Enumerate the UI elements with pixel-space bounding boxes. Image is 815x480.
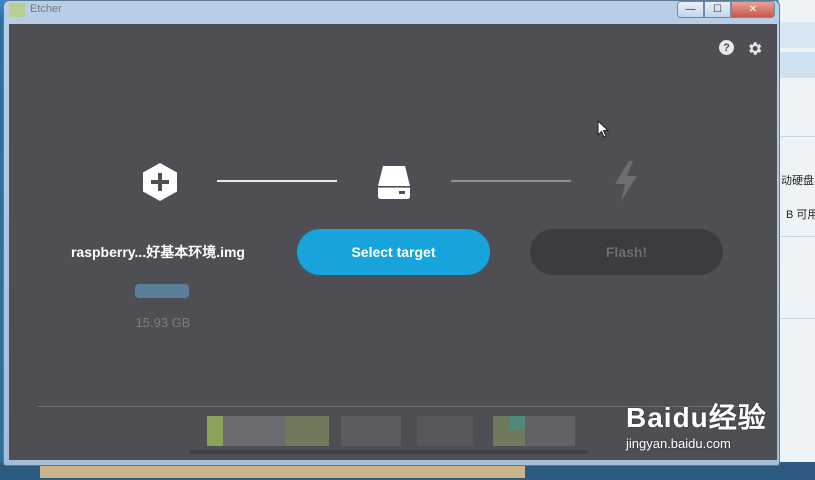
- background-drive-space: B 可用: [786, 209, 815, 221]
- select-target-button[interactable]: Select target: [297, 229, 490, 275]
- background-window: [778, 0, 815, 480]
- window-controls: — ☐ ✕: [677, 1, 775, 18]
- maximize-button[interactable]: ☐: [704, 1, 731, 18]
- change-image-link[interactable]: [135, 284, 189, 298]
- footer-logo[interactable]: [207, 416, 223, 446]
- help-icon[interactable]: ?: [719, 40, 734, 55]
- mouse-cursor-icon: [597, 120, 609, 138]
- footer-logo[interactable]: [341, 416, 401, 446]
- divider: [779, 136, 815, 137]
- app-icon: [9, 3, 25, 17]
- baidu-watermark: Baidu经验 jingyan.baidu.com: [626, 396, 767, 451]
- selected-image-name: raspberry...好基本环境.img: [70, 244, 245, 260]
- watermark-brand: Baidu经验: [626, 402, 767, 433]
- footer-shadow: [189, 450, 589, 454]
- watermark-url: jingyan.baidu.com: [626, 436, 731, 451]
- background-toolbar: [779, 22, 815, 48]
- footer-logo[interactable]: [417, 416, 473, 446]
- close-button[interactable]: ✕: [731, 1, 775, 18]
- header-actions: ?: [719, 40, 763, 57]
- gear-icon[interactable]: [746, 40, 763, 57]
- flash-icon: [615, 161, 637, 201]
- window-title: Etcher: [30, 3, 62, 15]
- minimize-button[interactable]: —: [677, 1, 704, 18]
- step-connector: [451, 180, 571, 182]
- taskbar-item[interactable]: [40, 464, 525, 478]
- footer-logos: [189, 416, 589, 450]
- flash-button[interactable]: Flash!: [530, 229, 723, 275]
- etcher-main: ? raspberry...好基本环境.img 15.93 GB Select …: [9, 24, 777, 460]
- background-toolbar: [779, 52, 815, 78]
- divider: [779, 236, 815, 237]
- divider: [779, 318, 815, 319]
- image-size: 15.93 GB: [135, 315, 191, 330]
- drive-icon[interactable]: [375, 162, 413, 202]
- footer-logo[interactable]: [223, 416, 285, 446]
- background-drive-label: 动硬盘: [781, 175, 814, 187]
- add-image-icon[interactable]: [141, 162, 179, 202]
- footer-logo[interactable]: [509, 416, 525, 430]
- step-connector: [217, 180, 337, 182]
- footer-logo[interactable]: [285, 416, 329, 446]
- footer-logo[interactable]: [525, 416, 575, 446]
